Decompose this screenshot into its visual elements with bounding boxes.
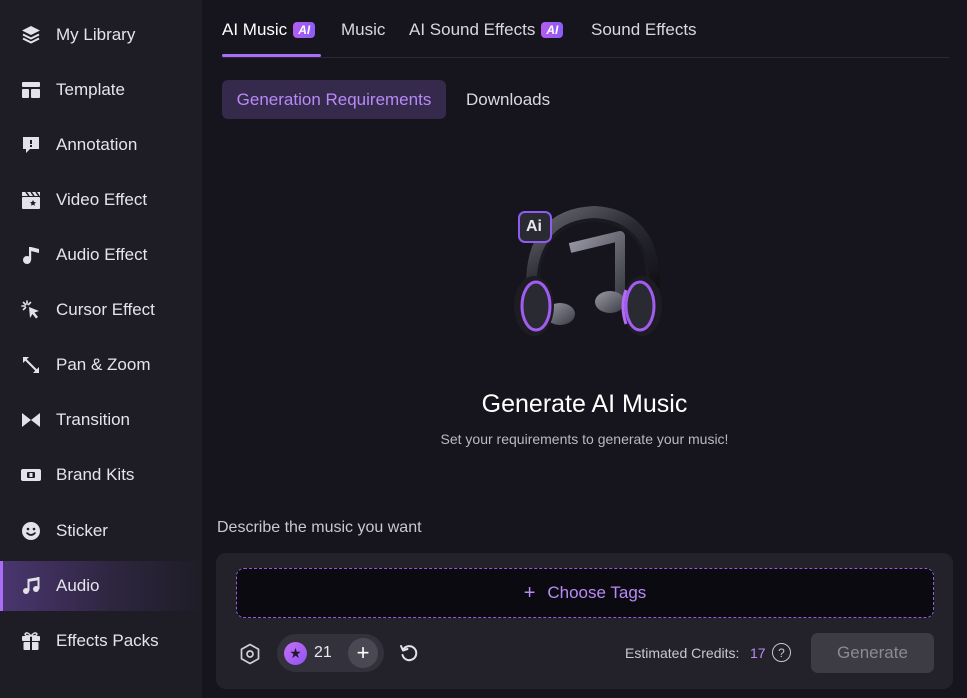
choose-tags-label: Choose Tags [547, 583, 647, 602]
describe-label: Describe the music you want [217, 519, 422, 536]
sidebar-item-pan-zoom[interactable]: Pan & Zoom [0, 340, 202, 390]
brand-kit-icon [20, 464, 42, 486]
ai-badge: AI [541, 22, 564, 38]
hero-title: Generate AI Music [481, 390, 688, 418]
sidebar-item-effects-packs[interactable]: Effects Packs [0, 616, 202, 666]
headphones-music-illustration: Ai [502, 200, 662, 350]
music-note-icon [20, 244, 42, 266]
double-note-icon [20, 575, 42, 597]
sidebar-item-audio[interactable]: Audio [0, 561, 202, 611]
add-credits-button[interactable]: + [348, 638, 378, 668]
estimated-credits-value: 17 [750, 645, 766, 661]
sidebar-item-cursor-effect[interactable]: Cursor Effect [0, 285, 202, 335]
sidebar-item-label: My Library [56, 25, 136, 44]
tab-music[interactable]: Music [341, 18, 385, 42]
sidebar-item-label: Sticker [56, 521, 108, 540]
tab-label: Music [341, 20, 386, 39]
tab-sound-effects[interactable]: Sound Effects [591, 18, 697, 42]
estimated-credits-label: Estimated Credits: [625, 645, 740, 661]
category-tabs: AI Music AI Music AI Sound Effects AI So… [222, 0, 949, 58]
sidebar-item-label: Brand Kits [56, 465, 135, 484]
sidebar-item-label: Pan & Zoom [56, 355, 151, 374]
ai-badge: AI [293, 22, 316, 38]
sidebar-item-annotation[interactable]: Annotation [0, 120, 202, 170]
sidebar-item-label: Effects Packs [56, 631, 159, 650]
sidebar-item-my-library[interactable]: My Library [0, 10, 202, 60]
tab-label: AI Music [222, 20, 288, 39]
expand-arrows-icon [20, 354, 42, 376]
cursor-click-icon [20, 299, 42, 321]
hero-subtitle: Set your requirements to generate your m… [440, 431, 729, 447]
sidebar-item-label: Audio [56, 576, 100, 595]
bowtie-transition-icon [20, 409, 42, 431]
generation-panel: + Choose Tags ★ 21 + Estimated Credits: … [216, 553, 953, 689]
star-credit-icon: ★ [284, 642, 307, 665]
ai-logo-badge: Ai [526, 218, 542, 235]
sidebar-item-label: Cursor Effect [56, 300, 155, 319]
credits-pill: ★ 21 + [277, 634, 384, 672]
credits-count: 21 [314, 644, 332, 661]
choose-tags-button[interactable]: + Choose Tags [236, 568, 934, 618]
smiley-icon [20, 520, 42, 542]
subtab-generation-requirements[interactable]: Generation Requirements [222, 80, 446, 119]
tab-ai-sound-effects[interactable]: AI Sound Effects AI [409, 18, 564, 42]
sidebar: My Library Template Annotation Video Eff… [0, 0, 202, 698]
generate-button[interactable]: Generate [811, 633, 934, 673]
generation-toolbar: ★ 21 + Estimated Credits: 17 ? Generate [216, 633, 953, 673]
sidebar-item-transition[interactable]: Transition [0, 395, 202, 445]
sidebar-item-label: Annotation [56, 135, 138, 154]
sidebar-item-label: Audio Effect [56, 245, 148, 264]
tab-label: Sound Effects [591, 20, 697, 39]
sidebar-item-label: Video Effect [56, 190, 148, 209]
sidebar-item-brand-kits[interactable]: Brand Kits [0, 450, 202, 500]
hexagon-settings-icon[interactable] [238, 642, 262, 666]
clapperboard-icon [20, 189, 42, 211]
plus-icon: + [523, 581, 536, 604]
reset-icon[interactable] [398, 642, 420, 664]
active-tab-indicator [222, 54, 321, 57]
sidebar-item-video-effect[interactable]: Video Effect [0, 175, 202, 225]
main-panel: AI Music AI Music AI Sound Effects AI So… [202, 0, 967, 698]
sidebar-item-template[interactable]: Template [0, 65, 202, 115]
tab-label: AI Sound Effects [409, 20, 536, 39]
speech-bubble-icon [20, 134, 42, 156]
subtab-downloads[interactable]: Downloads [466, 80, 550, 119]
sidebar-item-sticker[interactable]: Sticker [0, 506, 202, 556]
help-icon[interactable]: ? [772, 643, 791, 662]
gift-box-icon [20, 630, 42, 652]
template-layout-icon [20, 79, 42, 101]
sidebar-item-label: Transition [56, 410, 131, 429]
sidebar-item-label: Template [56, 80, 125, 99]
sidebar-item-audio-effect[interactable]: Audio Effect [0, 230, 202, 280]
tab-ai-music[interactable]: AI Music AI [222, 18, 316, 42]
stack-layers-icon [20, 24, 42, 46]
